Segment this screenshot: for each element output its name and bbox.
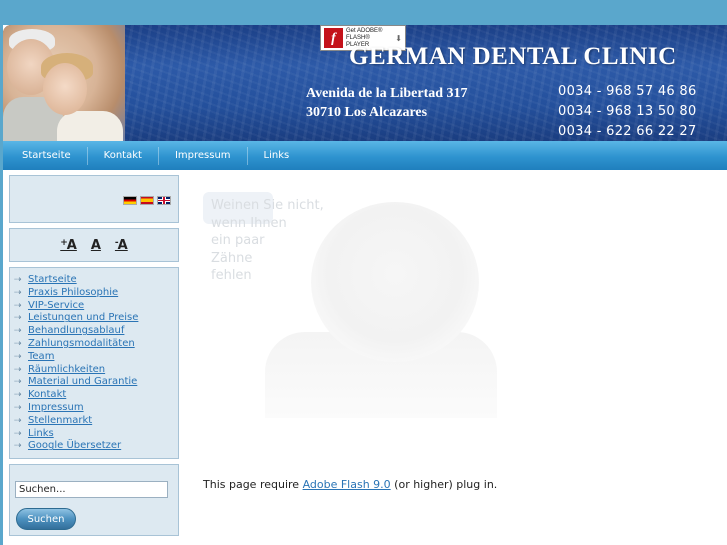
font-size-box: +A A -A (9, 228, 179, 262)
side-menu-item: ⇢ Zahlungsmodalitäten (14, 338, 174, 351)
arrow-right-icon: ⇢ (14, 313, 22, 324)
banner-line-2: wenn Ihnen (211, 215, 287, 231)
banner-line-1: Weinen Sie nicht, (211, 198, 324, 213)
banner-line-4: Zähne (211, 250, 253, 266)
language-flags (123, 196, 171, 205)
search-input[interactable] (15, 481, 168, 498)
clinic-address: Avenida de la Libertad 317 30710 Los Alc… (306, 84, 468, 122)
download-icon: ⬇ (395, 33, 402, 43)
require-prefix: This page require (203, 478, 303, 491)
side-menu-item: ⇢ Kontakt (14, 389, 174, 402)
side-menu-link[interactable]: Google Übersetzer (28, 440, 121, 453)
search-box: Suchen (9, 464, 179, 536)
font-normal-button[interactable]: A (91, 238, 101, 253)
side-menu-link[interactable]: Impressum (28, 402, 84, 415)
spanish-flag-icon[interactable] (140, 196, 154, 205)
flash-requirement-notice: This page require Adobe Flash 9.0 (or hi… (203, 478, 497, 491)
font-increase-label: A (66, 237, 77, 253)
child-image (311, 202, 479, 362)
adobe-flash-link[interactable]: Adobe Flash 9.0 (303, 478, 391, 491)
german-flag-icon[interactable] (123, 196, 137, 205)
arrow-right-icon: ⇢ (14, 351, 22, 362)
arrow-right-icon: ⇢ (14, 402, 22, 413)
side-menu-item: ⇢ Team (14, 351, 174, 364)
arrow-right-icon: ⇢ (14, 441, 22, 452)
banner-line-3: ein paar (211, 233, 265, 248)
side-menu-item: ⇢ Impressum (14, 402, 174, 415)
side-menu-item: ⇢ Behandlungsablauf (14, 325, 174, 338)
uk-flag-icon[interactable] (157, 196, 171, 205)
couple-photo (3, 25, 125, 141)
font-decrease-label: A (117, 237, 128, 253)
nav-startseite[interactable]: Startseite (6, 146, 88, 165)
side-menu-link[interactable]: Praxis Philosophie (28, 287, 118, 300)
side-menu-item: ⇢ Stellenmarkt (14, 415, 174, 428)
side-menu-item: ⇢ Räumlichkeiten (14, 364, 174, 377)
side-menu-item: ⇢ Leistungen und Preise (14, 312, 174, 325)
side-menu-link[interactable]: Links (28, 428, 54, 441)
side-menu: ⇢ Startseite ⇢ Praxis Philosophie ⇢ VIP-Servi… (9, 267, 179, 459)
header-banner: f Get ADOBE® FLASH® PLAYER ⬇ GERMAN DENT… (3, 25, 727, 141)
arrow-right-icon: ⇢ (14, 326, 22, 337)
address-line1: Avenida de la Libertad 317 (306, 86, 468, 101)
side-menu-link[interactable]: Kontakt (28, 389, 66, 402)
side-menu-list: ⇢ Startseite ⇢ Praxis Philosophie ⇢ VIP-Servi… (14, 274, 174, 453)
arrow-right-icon: ⇢ (14, 415, 22, 426)
address-line2: 30710 Los Alcazares (306, 105, 428, 120)
nav-impressum[interactable]: Impressum (159, 146, 248, 165)
arrow-right-icon: ⇢ (14, 428, 22, 439)
arrow-right-icon: ⇢ (14, 377, 22, 388)
phone-3: 0034 - 622 66 22 27 (558, 124, 697, 139)
arrow-right-icon: ⇢ (14, 338, 22, 349)
flash-badge-line1: Get ADOBE® (346, 27, 383, 34)
side-menu-link[interactable]: Leistungen und Preise (28, 312, 138, 325)
arrow-right-icon: ⇢ (14, 364, 22, 375)
font-normal-label: A (90, 237, 101, 253)
side-menu-item: ⇢ Links (14, 428, 174, 441)
side-menu-link[interactable]: Team (28, 351, 54, 364)
side-menu-link[interactable]: Startseite (28, 274, 77, 287)
nav-kontakt[interactable]: Kontakt (88, 146, 159, 165)
page: f Get ADOBE® FLASH® PLAYER ⬇ GERMAN DENT… (3, 25, 727, 545)
flash-banner-placeholder: Weinen Sie nicht, wenn Ihnen ein paar Zä… (203, 192, 499, 418)
phone-numbers: 0034 - 968 57 46 86 0034 - 968 13 50 80 … (558, 82, 697, 141)
search-button[interactable]: Suchen (16, 508, 76, 530)
side-menu-link[interactable]: Stellenmarkt (28, 415, 92, 428)
phone-2: 0034 - 968 13 50 80 (558, 104, 697, 119)
banner-line-5: fehlen (211, 268, 252, 283)
font-increase-button[interactable]: +A (60, 238, 77, 253)
sidebar: +A A -A ⇢ Startseite ⇢ Praxis Philosophie ⇢ V… (9, 175, 179, 541)
require-suffix: (or higher) plug in. (390, 478, 498, 491)
photo-shirt-woman (57, 111, 123, 141)
side-menu-item: ⇢ Google Übersetzer (14, 440, 174, 453)
side-menu-item: ⇢ Material und Garantie (14, 376, 174, 389)
phone-1: 0034 - 968 57 46 86 (558, 84, 697, 99)
photo-face-woman (43, 63, 87, 115)
language-box (9, 175, 179, 223)
site-title: GERMAN DENTAL CLINIC (349, 43, 677, 70)
side-menu-item: ⇢ Praxis Philosophie (14, 287, 174, 300)
side-menu-link[interactable]: VIP-Service (28, 300, 84, 313)
arrow-right-icon: ⇢ (14, 300, 22, 311)
side-menu-link[interactable]: Behandlungsablauf (28, 325, 124, 338)
nav-links[interactable]: Links (248, 147, 306, 165)
arrow-right-icon: ⇢ (14, 390, 22, 401)
side-menu-item: ⇢ VIP-Service (14, 300, 174, 313)
main-content: Weinen Sie nicht, wenn Ihnen ein paar Zä… (199, 175, 719, 545)
arrow-right-icon: ⇢ (14, 287, 22, 298)
side-menu-link[interactable]: Zahlungsmodalitäten (28, 338, 135, 351)
side-menu-link[interactable]: Räumlichkeiten (28, 364, 105, 377)
arrow-right-icon: ⇢ (14, 275, 22, 285)
side-menu-item: ⇢ Startseite (14, 274, 174, 287)
banner-slogan: Weinen Sie nicht, wenn Ihnen ein paar Zä… (211, 197, 324, 285)
side-menu-link[interactable]: Material und Garantie (28, 376, 137, 389)
font-decrease-button[interactable]: -A (115, 238, 128, 253)
top-navigation: Startseite Kontakt Impressum Links (3, 141, 727, 170)
flash-logo-icon: f (324, 28, 344, 48)
